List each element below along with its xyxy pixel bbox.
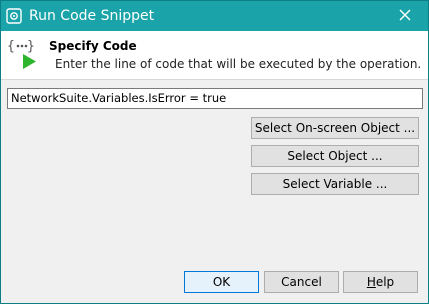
- select-onscreen-object-button[interactable]: Select On-screen Object ...: [251, 117, 419, 139]
- app-icon: [6, 8, 22, 24]
- header-title: Specify Code: [49, 39, 137, 53]
- close-button[interactable]: [382, 1, 428, 31]
- dialog-window: Run Code Snippet { } Specify Code Enter …: [0, 0, 429, 304]
- close-icon: [399, 9, 411, 24]
- help-button[interactable]: Help: [343, 271, 418, 293]
- dialog-header: { } Specify Code Enter the line of code …: [1, 31, 428, 80]
- help-label: elp: [375, 275, 395, 289]
- cancel-button[interactable]: Cancel: [264, 271, 339, 293]
- title-bar[interactable]: Run Code Snippet: [1, 1, 428, 31]
- svg-text:}: }: [27, 39, 35, 54]
- header-description: Enter the line of code that will be exec…: [55, 57, 422, 71]
- code-input[interactable]: NetworkSuite.Variables.IsError = true: [7, 88, 423, 109]
- help-mnemonic: H: [366, 275, 376, 289]
- ok-button[interactable]: OK: [184, 271, 259, 293]
- select-object-button[interactable]: Select Object ...: [251, 145, 419, 167]
- select-variable-button[interactable]: Select Variable ...: [251, 173, 419, 195]
- svg-text:{: {: [7, 39, 15, 54]
- code-snippet-icon: { }: [7, 36, 37, 70]
- window-title: Run Code Snippet: [29, 8, 155, 24]
